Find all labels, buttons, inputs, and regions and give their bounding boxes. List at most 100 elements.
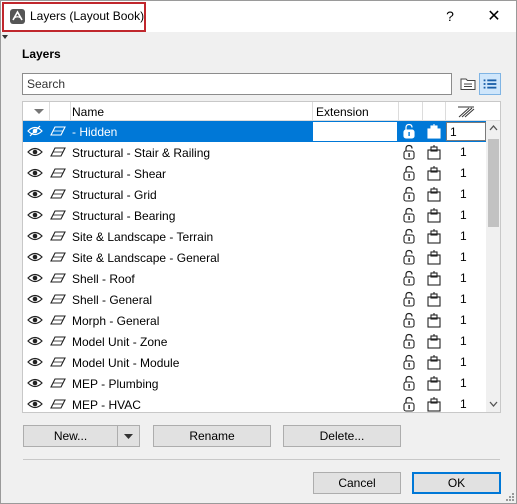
folder-view-icon[interactable] [457,73,479,95]
pen-weight-value: 1 [460,355,467,369]
eye-icon[interactable] [27,188,43,200]
eye-icon[interactable] [27,209,43,221]
eye-icon[interactable] [27,356,43,368]
column-separator [49,102,50,121]
layer-icon[interactable] [50,167,66,179]
eye-icon[interactable] [27,335,43,347]
eye-icon[interactable] [27,167,43,179]
layer-name: Site & Landscape - Terrain [72,230,214,244]
layer-icon[interactable] [50,230,66,242]
table-row[interactable]: Shell - General 1 [23,289,486,310]
teamwork-icon[interactable] [426,207,442,224]
pen-weight-value: 1 [460,313,467,327]
table-row[interactable]: Model Unit - Module 1 [23,352,486,373]
table-row[interactable]: Morph - General 1 [23,310,486,331]
lock-icon[interactable] [401,249,417,266]
lock-icon[interactable] [401,123,417,140]
lock-icon[interactable] [401,186,417,203]
scroll-down-icon[interactable] [489,401,498,407]
lock-icon[interactable] [401,207,417,224]
lock-icon[interactable] [401,396,417,413]
eye-icon[interactable] [27,146,43,158]
lock-icon[interactable] [401,165,417,182]
eye-icon[interactable] [27,230,43,242]
table-row[interactable]: Model Unit - Zone 1 [23,331,486,352]
layer-icon[interactable] [50,251,66,263]
table-row[interactable]: - Hidden 1 [23,121,486,142]
rename-button[interactable]: Rename [153,425,271,447]
pen-weight-icon[interactable] [457,105,475,118]
lock-icon[interactable] [401,144,417,161]
scroll-up-icon[interactable] [489,125,498,131]
layer-icon[interactable] [50,377,66,389]
teamwork-icon[interactable] [426,228,442,245]
teamwork-icon[interactable] [426,249,442,266]
teamwork-icon[interactable] [426,396,442,413]
eye-icon[interactable] [27,293,43,305]
sort-indicator-icon[interactable] [34,109,44,114]
table-row[interactable]: MEP - Plumbing 1 [23,373,486,394]
vertical-scrollbar[interactable] [486,121,500,412]
lock-icon[interactable] [401,354,417,371]
list-view-icon[interactable] [479,73,501,95]
lock-icon[interactable] [401,291,417,308]
teamwork-icon[interactable] [426,354,442,371]
table-row[interactable]: Site & Landscape - General 1 [23,247,486,268]
table-row[interactable]: Site & Landscape - Terrain 1 [23,226,486,247]
delete-button[interactable]: Delete... [283,425,401,447]
eye-icon[interactable] [27,398,43,410]
layer-icon[interactable] [50,335,66,347]
teamwork-icon[interactable] [426,165,442,182]
teamwork-icon[interactable] [426,123,442,140]
help-button[interactable]: ? [433,1,467,32]
table-header: Name Extension [23,102,500,121]
layer-icon[interactable] [50,293,66,305]
close-button[interactable]: ✕ [475,1,513,32]
lock-icon[interactable] [401,312,417,329]
teamwork-icon[interactable] [426,186,442,203]
lock-icon[interactable] [401,228,417,245]
lock-icon[interactable] [401,270,417,287]
pen-weight-value: 1 [460,292,467,306]
teamwork-icon[interactable] [426,270,442,287]
scroll-thumb[interactable] [488,139,499,227]
eye-icon[interactable] [27,272,43,284]
lock-icon[interactable] [401,375,417,392]
teamwork-icon[interactable] [426,375,442,392]
new-dropdown-button[interactable] [117,425,140,447]
new-button[interactable]: New... [23,425,118,447]
layer-icon[interactable] [50,125,66,137]
eye-icon[interactable] [27,314,43,326]
layer-icon[interactable] [50,272,66,284]
eye-icon[interactable] [27,251,43,263]
layer-icon[interactable] [50,146,66,158]
column-header-name[interactable]: Name [72,105,104,119]
lock-icon[interactable] [401,333,417,350]
teamwork-icon[interactable] [426,312,442,329]
extension-field[interactable] [313,122,397,141]
table-row[interactable]: Structural - Shear 1 [23,163,486,184]
layer-icon[interactable] [50,398,66,410]
column-header-extension[interactable]: Extension [316,105,369,119]
teamwork-icon[interactable] [426,333,442,350]
table-row[interactable]: MEP - HVAC 1 [23,394,486,413]
table-row[interactable]: Structural - Bearing 1 [23,205,486,226]
table-row[interactable]: Shell - Roof 1 [23,268,486,289]
teamwork-icon[interactable] [426,291,442,308]
table-row[interactable]: Structural - Stair & Railing 1 [23,142,486,163]
eye-hidden-icon[interactable] [27,125,43,137]
layer-icon[interactable] [50,209,66,221]
cancel-button[interactable]: Cancel [313,472,401,494]
ok-button[interactable]: OK [412,472,501,494]
layer-icon[interactable] [50,188,66,200]
table-row[interactable]: Structural - Grid 1 [23,184,486,205]
eye-icon[interactable] [27,377,43,389]
search-input[interactable] [22,73,452,95]
resize-grip-icon[interactable] [505,492,515,502]
pen-weight-field[interactable]: 1 [446,122,486,141]
layer-icon[interactable] [50,314,66,326]
teamwork-icon[interactable] [426,144,442,161]
layer-icon[interactable] [50,356,66,368]
collapse-arrow-icon[interactable] [2,35,8,39]
pen-weight-value: 1 [460,208,467,222]
